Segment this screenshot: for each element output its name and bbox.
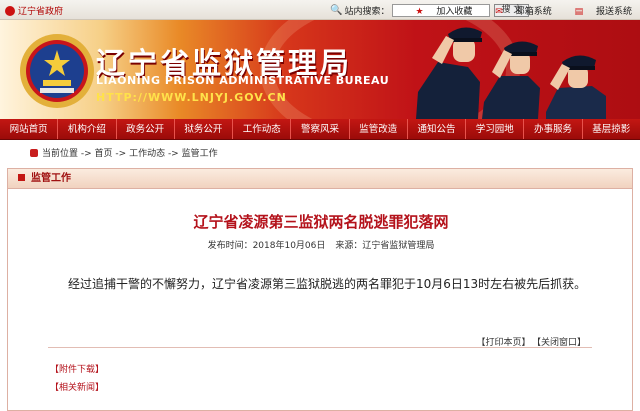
report-icon: ▤ xyxy=(574,7,584,17)
nav-grassroots[interactable]: 基层掠影 xyxy=(583,119,640,139)
article-body: 经过追捕干警的不懈努力，辽宁省凌源第三监狱脱逃的两名罪犯于10月6日13时左右被… xyxy=(68,277,587,291)
nav-work-news[interactable]: 工作动态 xyxy=(233,119,292,139)
nav-learning[interactable]: 学习园地 xyxy=(466,119,525,139)
breadcrumb-sep: -> xyxy=(78,149,95,159)
top-links: ★ 加入收藏 ✉ 邮箱系统 ▤ 报送系统 xyxy=(395,4,632,17)
article-title: 辽宁省凌源第三监狱两名脱逃罪犯落网 xyxy=(193,213,449,231)
main-nav: 网站首页 机构介绍 政务公开 狱务公开 工作动态 警察风采 监管改造 通知公告 … xyxy=(0,119,640,140)
divider xyxy=(48,347,592,348)
content-panel: 监管工作 辽宁省凌源第三监狱两名脱逃罪犯落网 发布时间：2018年10月06日来… xyxy=(7,168,633,411)
favorite-label: 加入收藏 xyxy=(436,7,473,17)
star-icon: ★ xyxy=(415,7,424,17)
report-label: 报送系统 xyxy=(595,7,632,17)
gov-link[interactable]: 辽宁省政府 xyxy=(5,4,63,17)
nav-services[interactable]: 办事服务 xyxy=(524,119,583,139)
related-news-link[interactable]: 【相关新闻】 xyxy=(50,380,104,393)
nav-gov-affairs[interactable]: 政务公开 xyxy=(117,119,175,139)
search-label: 站内搜索： xyxy=(344,6,390,17)
gov-link-label: 辽宁省政府 xyxy=(18,7,64,17)
nav-home[interactable]: 网站首页 xyxy=(0,119,59,139)
mail-link[interactable]: ✉ 邮箱系统 xyxy=(485,7,551,17)
report-link[interactable]: ▤ 报送系统 xyxy=(565,7,632,17)
gov-emblem-icon xyxy=(5,6,15,16)
publish-time: 发布时间：2018年10月06日 xyxy=(207,241,326,251)
site-title-en: LIAONING PRISON ADMINISTRATIVE BUREAU xyxy=(96,74,390,87)
breadcrumb-sep: -> xyxy=(165,149,182,159)
police-officers-illustration xyxy=(416,27,606,119)
breadcrumb-current-label: 当前位置 xyxy=(42,149,79,159)
police-emblem-icon xyxy=(20,34,94,108)
location-icon xyxy=(30,149,38,157)
nav-police-style[interactable]: 警察风采 xyxy=(291,119,350,139)
mail-icon: ✉ xyxy=(495,7,503,17)
breadcrumb-sep: -> xyxy=(112,149,130,159)
site-url: HTTP://WWW.LNJYJ.GOV.CN xyxy=(96,91,287,104)
nav-supervision[interactable]: 监管改造 xyxy=(350,119,408,139)
mail-label: 邮箱系统 xyxy=(515,7,552,17)
breadcrumb-supervision[interactable]: 监管工作 xyxy=(182,149,218,159)
page: 辽宁省政府 🔍 站内搜索： 搜 文 ★ 加入收藏 ✉ 邮箱系统 ▤ 报送系统 辽… xyxy=(0,0,640,411)
breadcrumb-home[interactable]: 首页 xyxy=(95,149,113,159)
breadcrumb-work-news[interactable]: 工作动态 xyxy=(129,149,165,159)
favorite-link[interactable]: ★ 加入收藏 xyxy=(405,7,472,17)
heading-marker-icon xyxy=(18,174,25,181)
panel-heading: 监管工作 xyxy=(8,169,632,189)
search-icon: 🔍 xyxy=(330,4,343,16)
attachments-link[interactable]: 【附件下载】 xyxy=(50,362,104,375)
article-meta: 发布时间：2018年10月06日 来源：辽宁省监狱管理局 xyxy=(8,238,634,251)
panel-heading-label: 监管工作 xyxy=(31,173,71,184)
nav-about[interactable]: 机构介绍 xyxy=(58,119,117,139)
banner: 辽宁省监狱管理局 LIAONING PRISON ADMINISTRATIVE … xyxy=(0,20,640,119)
nav-notices[interactable]: 通知公告 xyxy=(408,119,467,139)
nav-prison-affairs[interactable]: 狱务公开 xyxy=(175,119,234,139)
article-source: 来源：辽宁省监狱管理局 xyxy=(335,241,435,251)
top-bar: 辽宁省政府 🔍 站内搜索： 搜 文 ★ 加入收藏 ✉ 邮箱系统 ▤ 报送系统 xyxy=(0,0,640,20)
breadcrumb: 当前位置 -> 首页 -> 工作动态 -> 监管工作 xyxy=(30,146,218,159)
